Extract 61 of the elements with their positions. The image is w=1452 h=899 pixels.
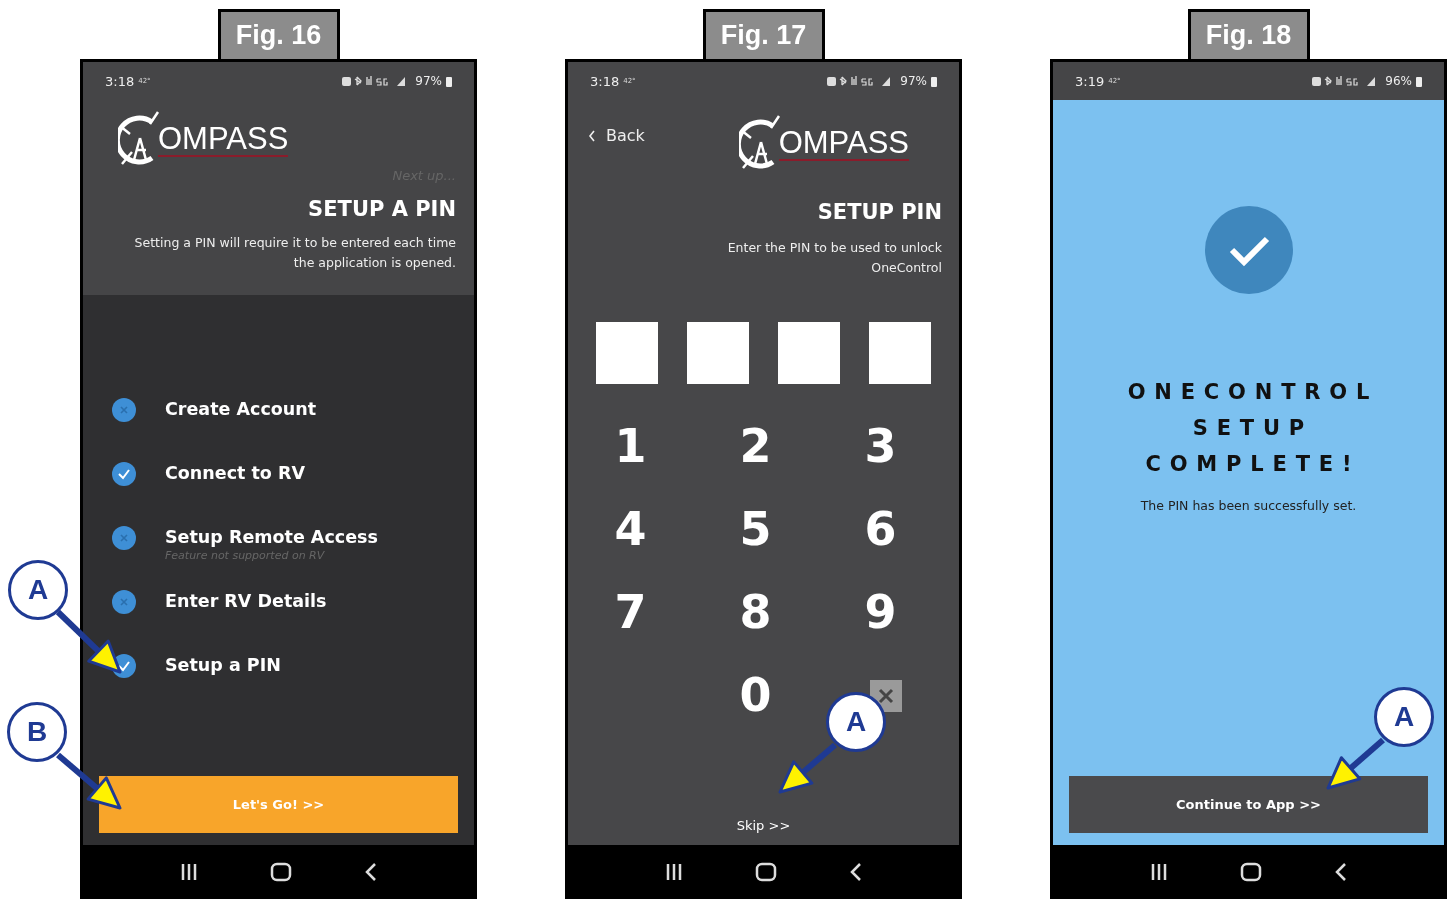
keypad-key[interactable]: 8 xyxy=(731,582,780,643)
step-label: Enter RV Details xyxy=(165,590,327,613)
keypad-key[interactable]: 0 xyxy=(731,665,780,726)
figure-label: Fig. 17 xyxy=(702,9,825,59)
status-icons-drawing xyxy=(826,75,893,87)
keypad-key[interactable]: 7 xyxy=(606,582,655,643)
back-link[interactable]: Back xyxy=(588,126,645,145)
back-icon[interactable] xyxy=(1334,862,1349,882)
keypad-key[interactable]: 4 xyxy=(606,499,655,560)
back-icon[interactable] xyxy=(364,862,379,882)
pin-digit-field[interactable] xyxy=(869,322,931,384)
back-icon[interactable] xyxy=(849,862,864,882)
battery-icon xyxy=(931,75,937,87)
keypad-key[interactable]: 9 xyxy=(856,582,905,643)
battery-level: 96% xyxy=(1385,74,1412,88)
screen-title: SETUP PIN xyxy=(817,200,942,224)
step-label: Connect to RV xyxy=(165,462,305,485)
callout-arrow xyxy=(55,609,122,674)
battery-level: 97% xyxy=(900,74,927,88)
screen-title: SETUP A PIN xyxy=(308,197,456,221)
pin-digit-field[interactable] xyxy=(687,322,749,384)
step-label: Setup a PIN xyxy=(165,654,281,677)
keypad-key[interactable]: 2 xyxy=(731,416,780,477)
callout-marker: A xyxy=(8,560,68,620)
callout-marker: B xyxy=(7,702,67,762)
home-icon[interactable] xyxy=(1240,862,1263,882)
continue-button[interactable]: Continue to App >> xyxy=(1069,776,1428,833)
callout-arrow xyxy=(778,742,837,794)
logo-wordmark: OMPASS xyxy=(158,122,289,158)
keypad-key[interactable]: 3 xyxy=(856,416,905,477)
status-time: 3:18 xyxy=(590,73,620,89)
figure-label: Fig. 16 xyxy=(217,9,340,59)
screen-description: Enter the PIN to be used to unlock OneControl xyxy=(726,239,942,277)
battery-icon xyxy=(1416,75,1422,87)
figure-label: Fig. 18 xyxy=(1187,9,1310,59)
home-icon[interactable] xyxy=(755,862,778,882)
step-label: Setup Remote Access xyxy=(165,526,378,549)
status-time: 3:19 xyxy=(1075,73,1105,89)
checkmark-icon xyxy=(1204,206,1293,294)
completion-message: The PIN has been successfully set. xyxy=(1140,498,1357,513)
pin-digit-field[interactable] xyxy=(596,322,658,384)
keypad-key[interactable]: 1 xyxy=(606,416,655,477)
logo-wordmark: OMPASS xyxy=(778,126,909,162)
completion-title: SETUP xyxy=(1192,415,1314,442)
status-icons-drawing xyxy=(1311,75,1378,87)
completion-title: ONECONTROL xyxy=(1127,379,1379,406)
chevron-left-icon xyxy=(588,129,596,142)
skip-link[interactable]: Skip >> xyxy=(736,818,791,833)
screen-description: Setting a PIN will require it to be entered each time the application is opened. xyxy=(133,234,456,272)
status-time: 3:18 xyxy=(105,73,135,89)
callout-arrow xyxy=(1326,737,1385,790)
status-icons-drawing xyxy=(341,75,408,87)
battery-icon xyxy=(446,75,452,87)
battery-level: 97% xyxy=(415,74,442,88)
completion-title: COMPLETE! xyxy=(1145,451,1361,478)
pin-digit-field[interactable] xyxy=(778,322,840,384)
keypad-key[interactable]: 6 xyxy=(856,499,905,560)
callout-arrow xyxy=(56,752,122,810)
keypad-key[interactable]: 5 xyxy=(731,499,780,560)
home-icon[interactable] xyxy=(270,862,293,882)
step-label: Create Account xyxy=(165,398,317,421)
